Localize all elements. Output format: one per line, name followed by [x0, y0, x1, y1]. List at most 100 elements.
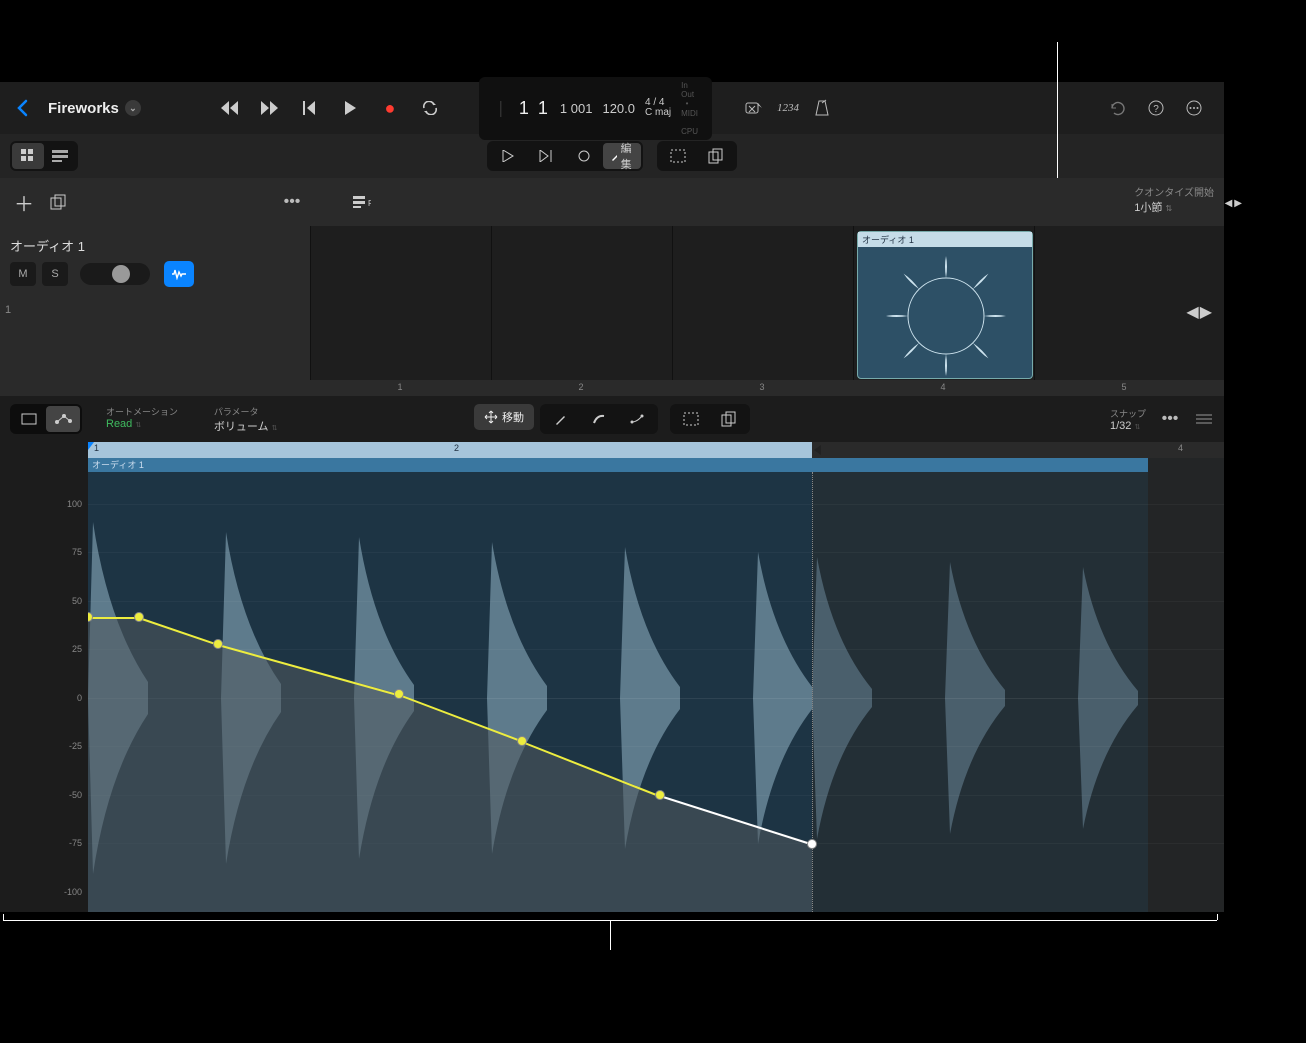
move-label: 移動 — [502, 409, 524, 425]
brush-tool[interactable] — [580, 406, 618, 432]
automation-plot[interactable]: 1 2 4 オーディオ 1 — [88, 442, 1224, 912]
waveform-area[interactable] — [88, 472, 1224, 912]
copy-tool[interactable] — [710, 406, 748, 432]
tick-m75: -75 — [69, 838, 82, 848]
automation-point[interactable] — [394, 689, 404, 699]
updown-icon: ⇅ — [135, 422, 141, 429]
region-inspector-icon[interactable]: R — [352, 192, 372, 212]
ed-ruler-2: 2 — [454, 443, 459, 453]
preview-play-button[interactable] — [489, 143, 527, 169]
quantize-panel[interactable]: クオンタイズ開始 1小節 ⇅ ◀▶ — [1134, 184, 1214, 215]
automation-mode[interactable]: オートメーション Read ⇅ — [106, 405, 178, 434]
svg-text:?: ? — [1153, 104, 1159, 115]
region-tool-group — [657, 141, 737, 171]
snap-select[interactable]: スナップ 1/32 ⇅ — [1110, 407, 1146, 432]
arrange-ruler[interactable]: 1 2 3 4 5 — [310, 380, 1224, 396]
countoff-button[interactable]: 1234 — [778, 98, 798, 118]
solo-button[interactable]: S — [42, 262, 68, 286]
track-menu-icon[interactable]: ••• — [282, 192, 302, 212]
key-signature: C maj — [645, 108, 671, 118]
pencil-tool[interactable] — [542, 406, 580, 432]
replace-icon[interactable] — [744, 98, 764, 118]
playback-tool-group: 編集 — [487, 141, 643, 171]
tick-m100: -100 — [64, 887, 82, 897]
loop-record-button[interactable] — [565, 143, 603, 169]
param-value: ボリューム — [214, 421, 269, 433]
tick-25: 25 — [72, 644, 82, 654]
move-tool-button[interactable]: 移動 — [474, 404, 534, 430]
automation-point[interactable] — [213, 639, 223, 649]
playhead-start-icon[interactable] — [88, 442, 94, 450]
cycle-end-icon[interactable] — [814, 445, 821, 455]
editor-ruler[interactable]: 1 2 4 — [88, 442, 1224, 458]
audio-editor: オートメーション Read ⇅ パラメータ ボリューム ⇅ 移動 — [0, 396, 1224, 912]
lcd-display[interactable]: ｜ 1 1 1 001 120.0 4 / 4 C maj In Out • M… — [479, 77, 712, 140]
slider-thumb[interactable] — [112, 265, 130, 283]
go-to-start-button[interactable] — [299, 97, 321, 119]
zoom-nav[interactable]: ◀▶ — [1186, 302, 1212, 322]
tick-m25: -25 — [69, 741, 82, 751]
chevron-down-icon: ⌄ — [125, 100, 141, 116]
updown-icon: ⇅ — [272, 425, 278, 432]
record-button[interactable]: ● — [379, 97, 401, 119]
edit-mode-button[interactable]: 編集 — [603, 143, 641, 169]
more-icon[interactable] — [1184, 98, 1204, 118]
tick-75: 75 — [72, 547, 82, 557]
updown-icon: ⇅ — [1165, 204, 1172, 213]
automation-point[interactable] — [517, 736, 527, 746]
tick-50: 50 — [72, 596, 82, 606]
editor-menu-icon[interactable] — [1194, 409, 1214, 429]
left-arrow-icon[interactable]: ◀ — [1225, 198, 1233, 209]
curve-tool[interactable] — [618, 406, 656, 432]
audio-region[interactable]: オーディオ 1 — [857, 231, 1033, 379]
marquee-tool[interactable] — [672, 406, 710, 432]
grid-view-button[interactable] — [12, 143, 44, 169]
undo-icon[interactable] — [1108, 98, 1128, 118]
lcd-tempo: 120.0 — [602, 101, 635, 116]
input-monitor-button[interactable] — [164, 261, 194, 287]
zoom-left-icon: ◀ — [1186, 302, 1198, 322]
add-track-button[interactable]: ＋ — [14, 192, 34, 212]
list-view-button[interactable] — [44, 143, 76, 169]
editor-tools: 移動 — [474, 404, 750, 434]
arrange-area[interactable]: オーディオ 1 1 2 — [310, 226, 1224, 396]
editor-params: オートメーション Read ⇅ パラメータ ボリューム ⇅ — [106, 405, 277, 434]
marquee-tool-button[interactable] — [659, 143, 697, 169]
project-title[interactable]: Fireworks ⌄ — [48, 100, 141, 117]
volume-slider[interactable] — [80, 263, 150, 285]
edit-label: 編集 — [621, 140, 633, 172]
region-label: オーディオ 1 — [858, 232, 1032, 247]
lcd-beat: 1 001 — [560, 101, 593, 116]
automation-point[interactable] — [807, 839, 817, 849]
back-button[interactable] — [10, 96, 34, 120]
automation-view-button[interactable] — [46, 406, 80, 432]
project-name-text: Fireworks — [48, 100, 119, 117]
track-header[interactable]: 1 オーディオ 1 M S — [0, 226, 310, 396]
automation-point[interactable] — [134, 612, 144, 622]
metronome-icon[interactable] — [812, 98, 832, 118]
help-icon[interactable]: ? — [1146, 98, 1166, 118]
track-controls: M S — [10, 261, 300, 287]
right-arrow-icon[interactable]: ▶ — [1234, 198, 1242, 209]
cycle-button[interactable] — [419, 97, 441, 119]
region-waveform-icon — [878, 256, 1014, 376]
lcd-bar: 1 1 — [519, 98, 550, 119]
center-tools: 編集 — [487, 141, 737, 171]
automation-point[interactable] — [655, 790, 665, 800]
rewind-button[interactable] — [219, 97, 241, 119]
editor-more-icon[interactable]: ••• — [1160, 409, 1180, 429]
play-button[interactable] — [339, 97, 361, 119]
parameter-select[interactable]: パラメータ ボリューム ⇅ — [214, 405, 278, 434]
track-name: オーディオ 1 — [10, 236, 300, 255]
mute-button[interactable]: M — [10, 262, 36, 286]
clip-header[interactable]: オーディオ 1 — [88, 458, 1148, 472]
duplicate-track-button[interactable] — [48, 192, 68, 212]
forward-button[interactable] — [259, 97, 281, 119]
automation-value: Read — [106, 418, 132, 430]
updown-icon: ⇅ — [1134, 424, 1140, 431]
preview-play-solo-button[interactable] — [527, 143, 565, 169]
transport-controls: ● — [219, 97, 441, 119]
automation-segment[interactable] — [88, 617, 139, 619]
region-view-button[interactable] — [12, 406, 46, 432]
copy-tool-button[interactable] — [697, 143, 735, 169]
